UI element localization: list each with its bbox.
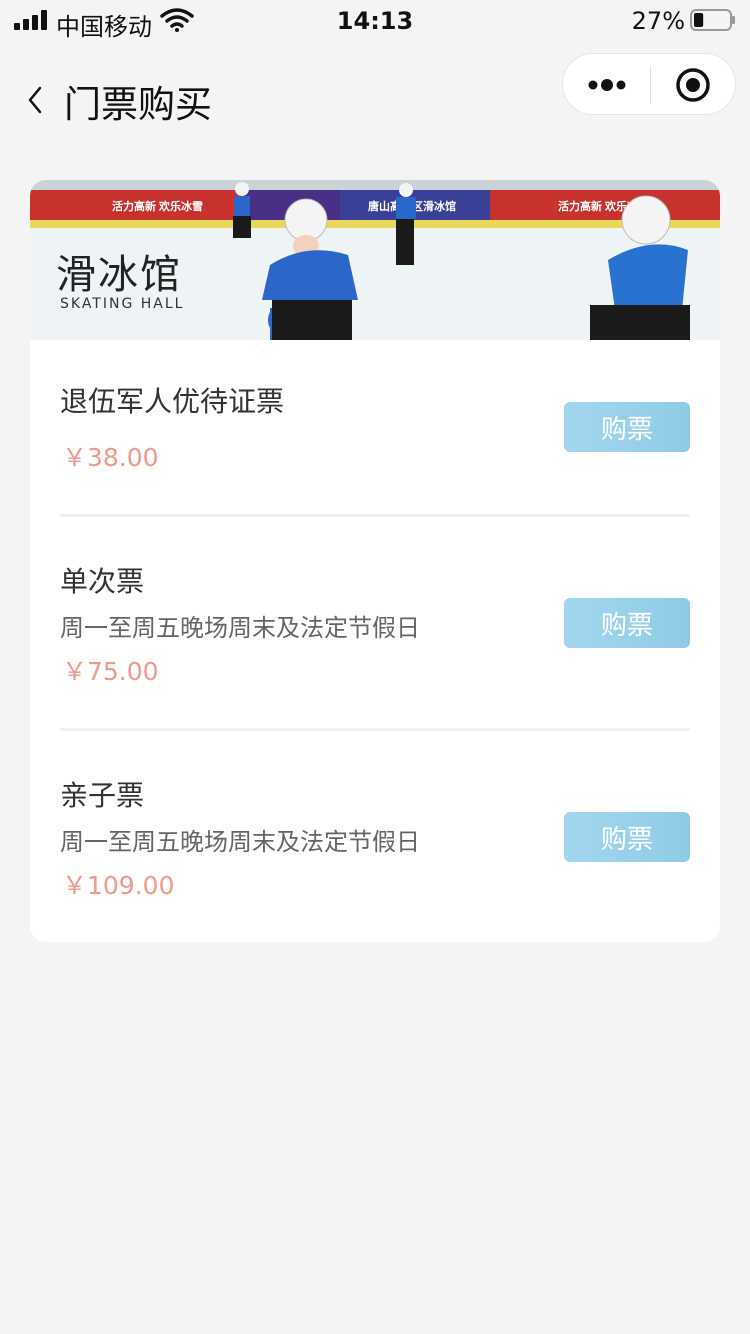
banner-title: 滑冰馆 xyxy=(56,252,182,298)
divider xyxy=(60,514,690,517)
divider xyxy=(60,728,690,731)
page-title: 门票购买 xyxy=(64,83,212,126)
more-dots-icon[interactable] xyxy=(587,72,627,98)
buy-ticket-button[interactable]: 购票 xyxy=(564,598,690,648)
ticket-description: 周一至周五晚场周末及法定节假日 xyxy=(60,614,420,642)
battery-percent: 27% xyxy=(631,7,685,35)
ticket-card: 活力高新 欢乐冰雪 唐山高新区滑冰馆 活力高新 欢乐冰雪 xyxy=(30,180,720,942)
banner-image: 活力高新 欢乐冰雪 唐山高新区滑冰馆 活力高新 欢乐冰雪 xyxy=(30,180,720,340)
banner-subtitle: SKATING HALL xyxy=(60,296,185,312)
chevron-left-icon[interactable] xyxy=(22,82,52,118)
buy-ticket-button[interactable]: 购票 xyxy=(564,812,690,862)
status-bar: 中国移动 14:13 27% xyxy=(0,0,750,41)
battery-icon xyxy=(690,9,735,31)
mini-program-capsule xyxy=(562,53,736,115)
ticket-price: ￥75.00 xyxy=(62,657,159,686)
board-text-1: 活力高新 欢乐冰雪 xyxy=(112,199,203,213)
skater-figure xyxy=(233,182,251,238)
target-circle-icon[interactable] xyxy=(675,67,711,103)
ticket-name: 退伍军人优待证票 xyxy=(60,385,285,418)
ticket-name: 亲子票 xyxy=(60,779,145,812)
ticket-description: 周一至周五晚场周末及法定节假日 xyxy=(60,828,420,856)
ticket-price: ￥109.00 xyxy=(62,871,175,900)
buy-ticket-button[interactable]: 购票 xyxy=(564,402,690,452)
ticket-name: 单次票 xyxy=(60,565,145,598)
ticket-price: ￥38.00 xyxy=(62,443,159,472)
capsule-divider xyxy=(650,66,651,104)
